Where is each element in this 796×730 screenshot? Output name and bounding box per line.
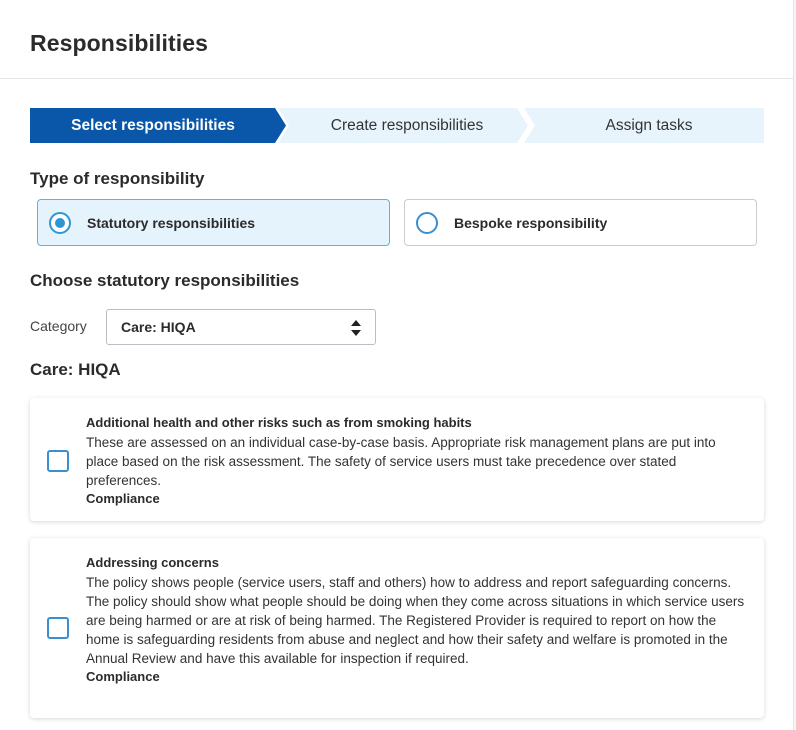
option-label: Statutory responsibilities: [87, 214, 256, 231]
category-select[interactable]: Care: HIQA: [106, 309, 376, 345]
responsibility-title: Addressing concerns: [86, 555, 219, 570]
statutory-responsibilities-option[interactable]: Statutory responsibilities: [37, 199, 390, 246]
step-select-responsibilities[interactable]: Select responsibilities: [30, 108, 286, 143]
responsibility-tag: Compliance: [86, 669, 160, 684]
page-title: Responsibilities: [30, 30, 208, 56]
category-list-heading: Care: HIQA: [30, 360, 121, 379]
responsibility-card: Addressing concerns The policy shows peo…: [30, 538, 764, 718]
card-body: Addressing concerns The policy shows peo…: [86, 554, 750, 686]
responsibility-tag: Compliance: [86, 491, 160, 506]
category-select-value: Care: HIQA: [121, 319, 196, 335]
category-label: Category: [30, 318, 87, 334]
responsibility-description: The policy shows people (service users, …: [86, 575, 745, 666]
sort-arrows-icon: [351, 320, 361, 336]
type-of-responsibility-heading: Type of responsibility: [30, 169, 205, 188]
radio-unselected-icon[interactable]: [416, 211, 438, 234]
step-create-responsibilities[interactable]: Create responsibilities: [278, 108, 528, 143]
responsibility-card: Additional health and other risks such a…: [30, 398, 764, 521]
responsibility-description: These are assessed on an individual case…: [86, 435, 716, 488]
step-assign-tasks[interactable]: Assign tasks: [524, 108, 764, 143]
choose-statutory-heading: Choose statutory responsibilities: [30, 271, 300, 290]
page-header: Responsibilities: [0, 0, 793, 79]
responsibility-checkbox[interactable]: [47, 617, 69, 639]
responsibility-checkbox[interactable]: [47, 450, 69, 472]
wizard-stepper: Select responsibilities Create responsib…: [30, 108, 764, 143]
responsibilities-page: Responsibilities Select responsibilities…: [0, 0, 794, 730]
radio-selected-icon[interactable]: [49, 211, 71, 234]
responsibility-title: Additional health and other risks such a…: [86, 415, 472, 430]
bespoke-responsibility-option[interactable]: Bespoke responsibility: [404, 199, 757, 246]
option-label: Bespoke responsibility: [454, 214, 608, 231]
card-body: Additional health and other risks such a…: [86, 414, 750, 508]
